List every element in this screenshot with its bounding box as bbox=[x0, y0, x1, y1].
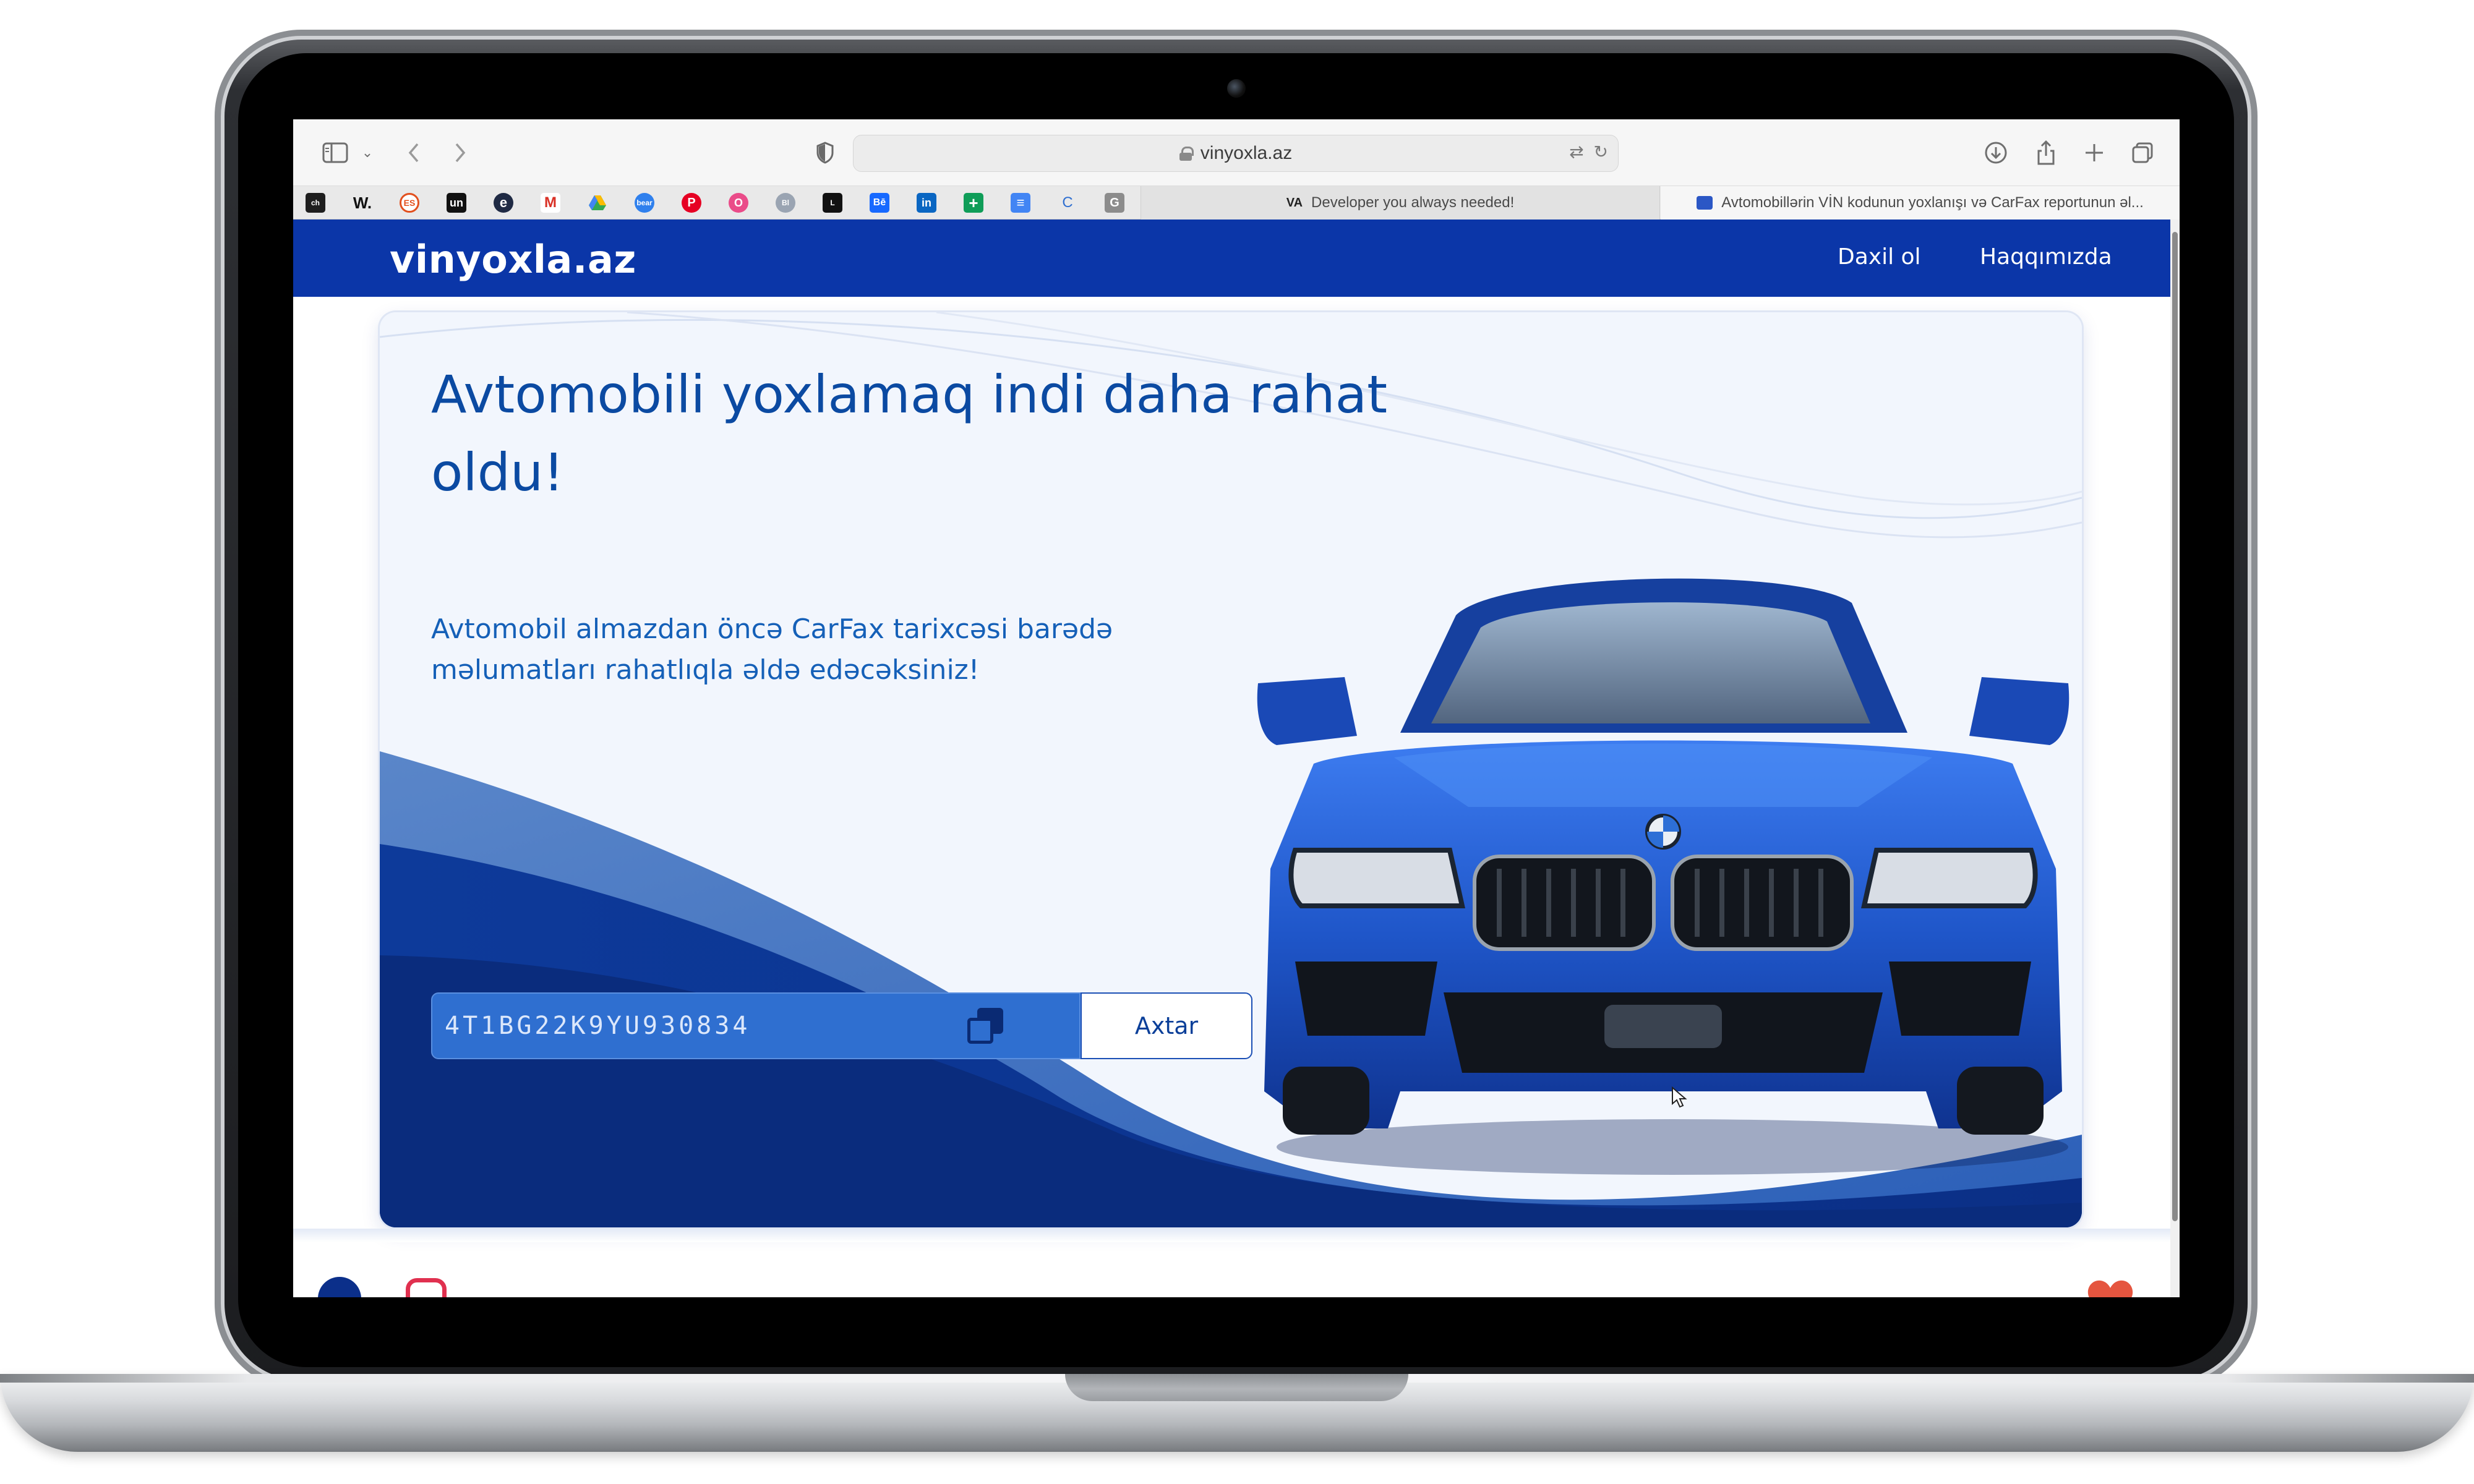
favorite-w[interactable]: W. bbox=[353, 193, 372, 213]
forward-icon[interactable] bbox=[448, 138, 473, 168]
laptop-screen: ⌄ vinyoxla.az ⇄ ↻ ch W. ES un e M bear P… bbox=[293, 119, 2180, 1297]
sidebar-toggle-icon[interactable] bbox=[319, 138, 351, 168]
favorite-bear[interactable]: bear bbox=[635, 193, 654, 213]
instagram-icon[interactable] bbox=[406, 1278, 447, 1297]
favorite-behance[interactable]: Bē bbox=[870, 193, 889, 213]
tab-bar: ch W. ES un e M bear P O Bl L Bē in + ≡ … bbox=[293, 186, 2180, 220]
scrollbar-thumb[interactable] bbox=[2172, 232, 2178, 1221]
favorite-linkedin[interactable]: in bbox=[917, 193, 936, 213]
favorite-gmail[interactable]: M bbox=[541, 193, 560, 213]
car-image bbox=[1257, 578, 2070, 1175]
mouse-cursor-icon bbox=[1672, 1086, 1687, 1108]
nav-login-link[interactable]: Daxil ol bbox=[1838, 244, 1921, 270]
heart-icon bbox=[2088, 1280, 2133, 1297]
favorite-l[interactable]: L bbox=[823, 193, 842, 213]
favorite-es[interactable]: ES bbox=[400, 193, 419, 213]
car-favicon-icon bbox=[1697, 196, 1713, 210]
favorite-e[interactable]: e bbox=[494, 193, 513, 213]
favorite-bl[interactable]: Bl bbox=[776, 193, 795, 213]
share-icon[interactable] bbox=[2032, 138, 2060, 168]
favorite-docs[interactable]: ≡ bbox=[1011, 193, 1030, 213]
copy-icon[interactable] bbox=[967, 1008, 1003, 1044]
nav-about-link[interactable]: Haqqımızda bbox=[1980, 244, 2112, 270]
tab-vinyoxla[interactable]: Avtomobillərin VİN kodunun yoxlanışı və … bbox=[1661, 186, 2180, 220]
facebook-icon[interactable] bbox=[318, 1277, 361, 1297]
web-page: vinyoxla.az Daxil ol Haqqımızda Avtomobi… bbox=[293, 220, 2170, 1297]
tab-developer[interactable]: VA Developer you always needed! bbox=[1141, 186, 1660, 220]
tab-overview-icon[interactable] bbox=[2129, 138, 2156, 168]
laptop-notch bbox=[1065, 1374, 1408, 1401]
search-button[interactable]: Axtar bbox=[1081, 992, 1252, 1059]
address-bar[interactable]: vinyoxla.az ⇄ ↻ bbox=[853, 135, 1619, 172]
tab-favicon-va: VA bbox=[1286, 195, 1303, 210]
download-icon[interactable] bbox=[1982, 138, 2010, 168]
url-text: vinyoxla.az bbox=[1200, 143, 1293, 163]
tab-label: Avtomobillərin VİN kodunun yoxlanışı və … bbox=[1721, 194, 2144, 211]
chevron-down-icon[interactable]: ⌄ bbox=[360, 138, 375, 168]
camera-icon bbox=[1227, 79, 1246, 98]
site-header: vinyoxla.az Daxil ol Haqqımızda bbox=[293, 220, 2170, 297]
vin-value: 4T1BG22K9YU930834 bbox=[445, 1012, 751, 1040]
page-scrollbar[interactable] bbox=[2170, 220, 2180, 1297]
reload-icon[interactable]: ↻ bbox=[1594, 142, 1608, 162]
lock-icon bbox=[1179, 147, 1194, 161]
browser-toolbar: ⌄ vinyoxla.az ⇄ ↻ bbox=[293, 119, 2180, 186]
tab-label: Developer you always needed! bbox=[1311, 194, 1515, 211]
site-logo[interactable]: vinyoxla.az bbox=[390, 237, 636, 282]
favorite-pinterest[interactable]: P bbox=[682, 193, 701, 213]
translate-icon[interactable]: ⇄ bbox=[1569, 142, 1583, 162]
favorite-ch[interactable]: ch bbox=[306, 193, 325, 213]
favorite-c[interactable]: C bbox=[1058, 193, 1077, 213]
favorite-drive-icon[interactable] bbox=[588, 193, 607, 213]
favorite-g[interactable]: G bbox=[1105, 193, 1124, 213]
footer-divider bbox=[293, 1229, 2170, 1242]
privacy-shield-icon[interactable] bbox=[813, 138, 837, 168]
hero-banner: Avtomobili yoxlamaq indi daha rahat oldu… bbox=[380, 312, 2082, 1227]
favorite-un[interactable]: un bbox=[447, 193, 466, 213]
favorite-sheets[interactable]: + bbox=[964, 193, 983, 213]
favorite-dribbble[interactable]: O bbox=[729, 193, 748, 213]
hero-title: Avtomobili yoxlamaq indi daha rahat oldu… bbox=[431, 364, 1388, 503]
back-icon[interactable] bbox=[401, 138, 426, 168]
hero-subtitle: Avtomobil almazdan öncə CarFax tarixcəsi… bbox=[431, 613, 1113, 686]
new-tab-icon[interactable] bbox=[2081, 138, 2108, 168]
